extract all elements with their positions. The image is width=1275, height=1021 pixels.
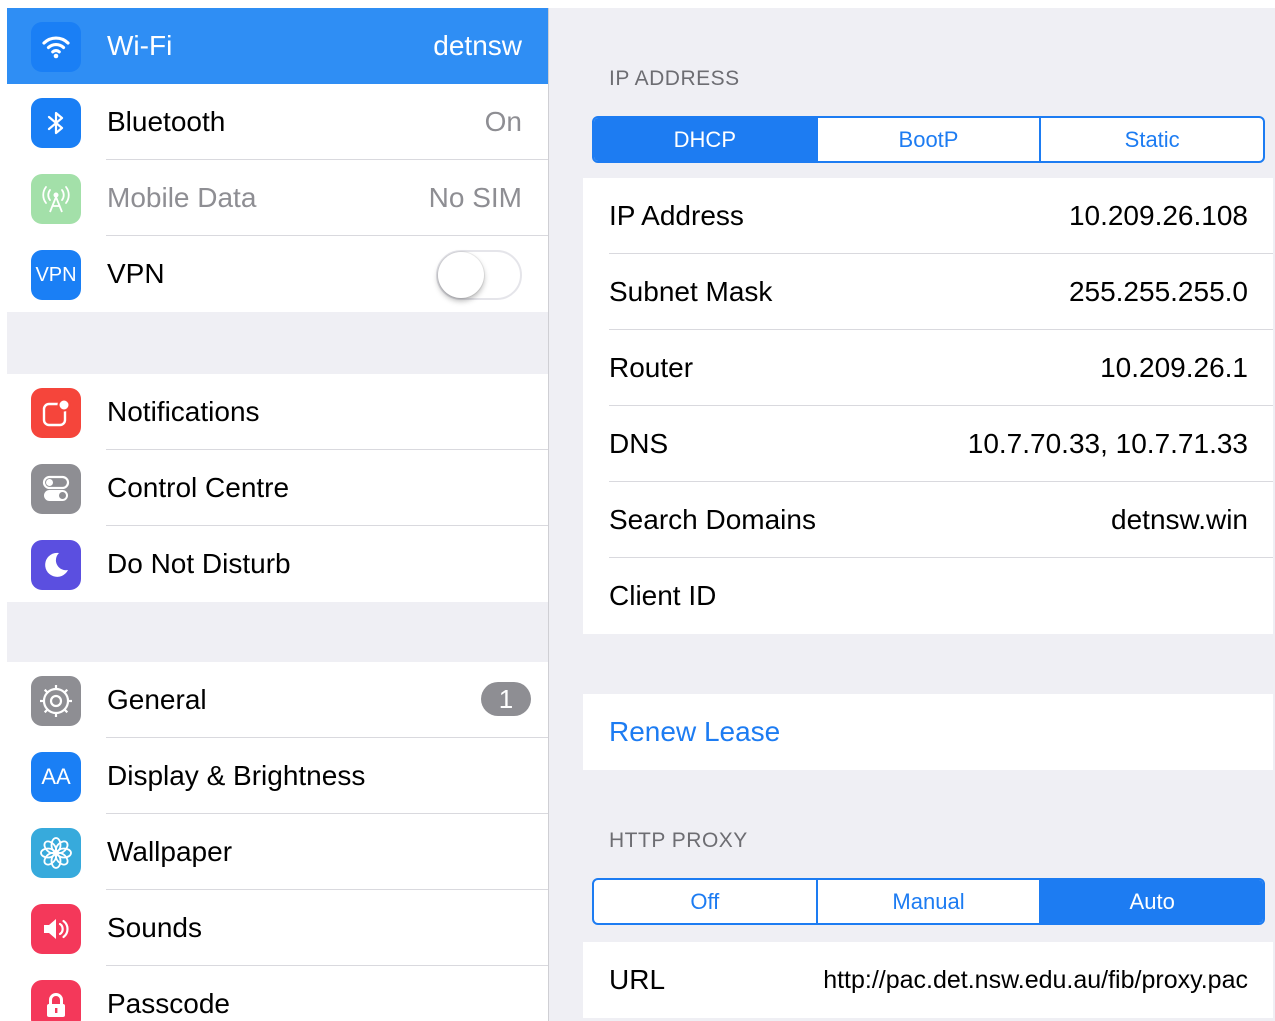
sidebar-item-wallpaper[interactable]: Wallpaper [7,814,548,890]
sidebar-item-label: Bluetooth [107,106,226,137]
ip-address-row: IP Address 10.209.26.108 [583,178,1273,254]
url-label: URL [609,964,666,995]
subnet-mask-label: Subnet Mask [609,276,773,307]
router-label: Router [609,352,694,383]
search-domains-label: Search Domains [609,504,816,535]
sidebar-item-label: Sounds [107,912,202,943]
proxy-mode-segment-off[interactable]: Off [594,880,816,923]
ip-mode-segmented-control: DHCP BootP Static [592,116,1265,163]
dns-row: DNS 10.7.70.33, 10.7.71.33 [583,406,1273,482]
sidebar-item-label: Wi-Fi [107,30,173,61]
proxy-mode-segment-manual[interactable]: Manual [815,880,1040,923]
wifi-detail-pane: IP ADDRESS DHCP BootP Static IP Address 10.… [549,8,1275,1021]
sidebar-item-do-not-disturb[interactable]: Do Not Disturb [7,526,548,602]
speaker-icon [31,904,81,954]
http-proxy-section-header: HTTP PROXY [609,829,748,852]
subnet-mask-row: Subnet Mask 255.255.255.0 [583,254,1273,330]
proxy-info-group: URL http://pac.det.nsw.edu.au/fib/proxy.p… [583,942,1273,1018]
proxy-mode-segment-auto[interactable]: Auto [1039,880,1263,923]
search-domains-value: detnsw.win [1111,504,1248,535]
subnet-mask-value: 255.255.255.0 [1068,276,1248,307]
notifications-icon [31,388,81,438]
proxy-mode-segmented-control: Off Manual Auto [592,878,1265,925]
update-count-badge: 1 [481,682,531,716]
dns-value: 10.7.70.33, 10.7.71.33 [967,428,1248,459]
bluetooth-icon [31,98,81,148]
sidebar-item-passcode[interactable]: Passcode [7,966,548,1021]
sidebar-item-sounds[interactable]: Sounds [7,890,548,966]
vpn-icon: VPN [31,250,81,300]
sidebar-item-value: On [484,106,522,137]
sidebar-item-label: Mobile Data [107,182,257,213]
flower-icon [31,828,81,878]
settings-sidebar: Wi-Fi detnsw Bluetooth On Mobile Data No SIM V… [7,8,548,1021]
lock-icon [31,980,81,1021]
sidebar-item-control-centre[interactable]: Control Centre [7,450,548,526]
sidebar-item-display-brightness[interactable]: AA Display & Brightness [7,738,548,814]
sidebar-item-label: Notifications [107,396,260,427]
moon-icon [31,540,81,590]
sidebar-item-notifications[interactable]: Notifications [7,374,548,450]
control-centre-icon [31,464,81,514]
ip-address-value: 10.209.26.108 [1068,200,1248,231]
sidebar-item-label: VPN [107,258,165,289]
sidebar-item-vpn[interactable]: VPN VPN [7,236,548,312]
antenna-icon [31,174,81,224]
search-domains-row: Search Domains detnsw.win [583,482,1273,558]
ip-mode-segment-dhcp[interactable]: DHCP [594,118,816,161]
icon-glyph-text: AA [41,764,71,789]
router-row: Router 10.209.26.1 [583,330,1273,406]
ip-address-label: IP Address [609,200,744,231]
ip-mode-segment-bootp[interactable]: BootP [815,118,1040,161]
wifi-icon [31,22,81,72]
renew-lease-group: Renew Lease [583,694,1273,770]
ip-mode-segment-static[interactable]: Static [1039,118,1263,161]
sidebar-item-mobile-data[interactable]: Mobile Data No SIM [7,160,548,236]
sidebar-item-label: Do Not Disturb [107,548,291,579]
icon-glyph-text: VPN [35,263,77,286]
text-size-icon: AA [31,752,81,802]
sidebar-item-label: Display & Brightness [107,760,366,791]
ip-address-section-header: IP ADDRESS [609,67,740,90]
sidebar-item-bluetooth[interactable]: Bluetooth On [7,84,548,160]
sidebar-item-label: Passcode [107,988,230,1019]
dns-label: DNS [609,428,669,459]
gear-icon [31,676,81,726]
client-id-row: Client ID [583,558,1273,634]
vpn-toggle[interactable] [436,250,522,300]
sidebar-item-label: Wallpaper [107,836,233,867]
sidebar-item-label: General [107,684,207,715]
ip-info-group: IP Address 10.209.26.108 Subnet Mask 255.25… [583,178,1273,634]
renew-lease-button[interactable]: Renew Lease [609,694,780,770]
sidebar-item-general[interactable]: General 1 [7,662,548,738]
url-row: URL http://pac.det.nsw.edu.au/fib/proxy.p… [583,942,1273,1018]
url-value: http://pac.det.nsw.edu.au/fib/proxy.pac [823,966,1248,994]
client-id-label: Client ID [609,580,717,611]
sidebar-item-value: detnsw [433,30,522,61]
toggle-knob [438,252,484,298]
sidebar-item-label: Control Centre [107,472,290,503]
sidebar-item-value: No SIM [428,182,522,213]
router-value: 10.209.26.1 [1100,352,1248,383]
sidebar-item-wifi[interactable]: Wi-Fi detnsw [7,8,548,84]
